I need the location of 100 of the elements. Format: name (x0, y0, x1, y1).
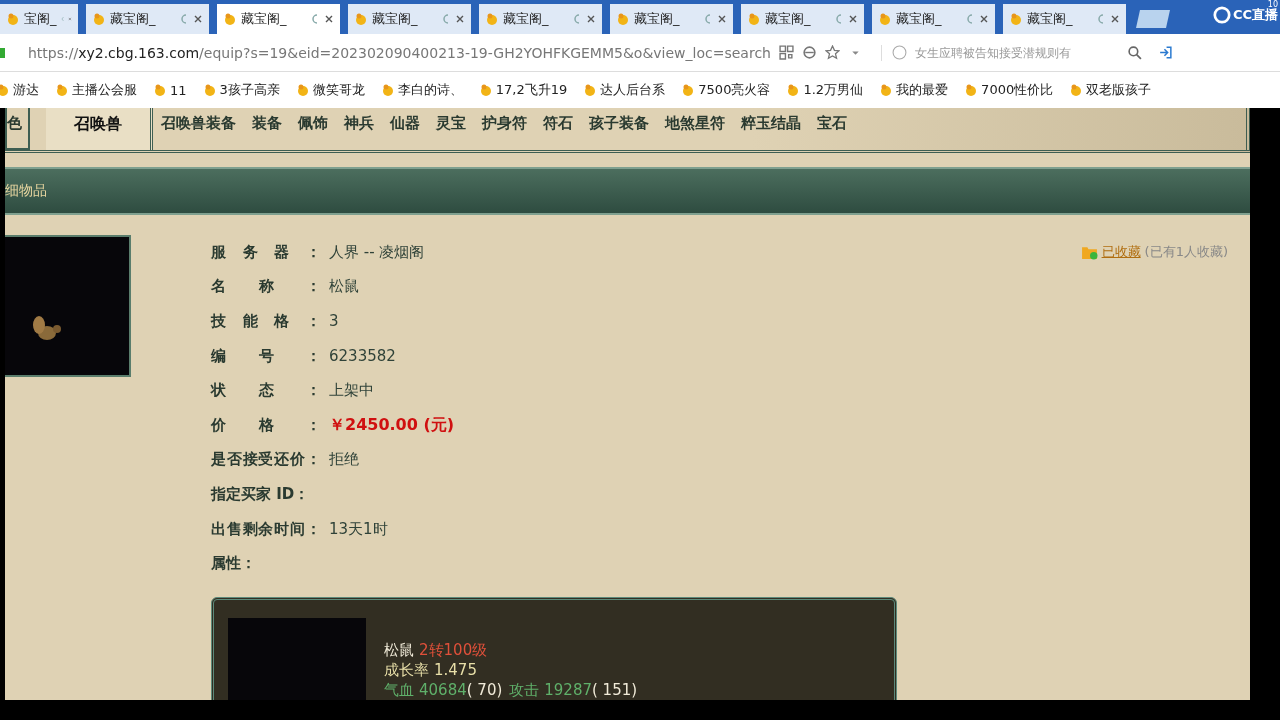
browser-tab[interactable]: 藏宝阁_ (217, 4, 340, 34)
bookmark[interactable]: 李白的诗、 (380, 81, 463, 99)
bookmark[interactable]: 3孩子高亲 (202, 81, 280, 99)
loading-icon (1096, 14, 1106, 24)
field-value: 上架中 (329, 381, 374, 401)
field-label: 是否接受还价： (211, 450, 321, 470)
loading-icon (965, 14, 975, 24)
close-icon[interactable] (979, 14, 989, 24)
bookmark[interactable]: 游达 (0, 81, 39, 99)
chick-icon (55, 83, 69, 97)
pet-level: 2转100级 (419, 639, 488, 660)
field-label: 属性： (211, 554, 256, 574)
field-label: 服务器： (211, 242, 321, 262)
brand-watermark: CC直播 (1232, 7, 1278, 24)
chick-icon (153, 83, 167, 97)
chick-icon (478, 83, 493, 97)
browser-tab[interactable]: 藏宝阁_ (741, 4, 864, 34)
chick-icon (202, 83, 217, 97)
star-icon[interactable] (824, 45, 840, 60)
bookmark[interactable]: 7000性价比 (964, 81, 1054, 99)
bookmark[interactable]: 微笑哥龙 (295, 81, 365, 99)
field-value: 6233582 (329, 347, 396, 366)
category-tab[interactable]: 宝石 (809, 108, 855, 150)
loading-icon (572, 14, 582, 24)
close-icon[interactable] (848, 14, 858, 24)
qr-code-icon[interactable] (778, 45, 794, 60)
stat-extra: ( 70) (466, 679, 503, 700)
viewer-count: 10 (1267, 1, 1278, 9)
category-tab[interactable]: 符石 (535, 108, 581, 150)
field-label: 出售剩余时间： (211, 519, 321, 539)
close-icon[interactable] (324, 14, 334, 24)
loading-icon (60, 14, 65, 24)
category-tab[interactable]: 色 (5, 108, 30, 150)
browser-tab[interactable]: 藏宝阁_ (479, 4, 602, 34)
close-icon[interactable] (455, 14, 465, 24)
loading-icon (310, 14, 320, 24)
chick-icon (786, 83, 801, 97)
field-value: 人界 -- 凌烟阁 (329, 242, 425, 262)
bookmark[interactable]: 11 (153, 82, 187, 98)
field-label: 指定买家 ID： (211, 484, 310, 504)
stat-value: 19287 (544, 679, 592, 700)
search-icon[interactable] (1126, 45, 1142, 60)
chick-icon (92, 12, 106, 26)
close-icon[interactable] (586, 14, 596, 24)
logo-icon (1212, 6, 1231, 24)
browser-tab[interactable]: 藏宝阁_ (610, 4, 733, 34)
browser-tab[interactable]: 藏宝阁_ (1003, 4, 1126, 34)
bookmark[interactable]: 双老版孩子 (1069, 81, 1152, 99)
field-label: 价格： (211, 415, 321, 435)
category-tab[interactable]: 神兵 (336, 108, 382, 150)
category-tab[interactable]: 粹玉结晶 (733, 108, 809, 150)
pet-name: 松鼠 (384, 639, 414, 660)
field-value: 13天1时 (329, 519, 388, 539)
stat-value: 40684 (419, 679, 467, 700)
category-tab[interactable]: 护身符 (474, 108, 535, 150)
category-tab[interactable]: 灵宝 (428, 108, 474, 150)
bookmark[interactable]: 17,2飞升19 (478, 81, 568, 99)
loading-icon (703, 14, 713, 24)
close-icon[interactable] (193, 14, 203, 24)
price-value: ￥2450.00 (元) (329, 414, 455, 436)
field-label: 技能格： (211, 312, 321, 331)
loading-icon (179, 14, 189, 24)
chick-icon (0, 83, 10, 97)
browser-tab[interactable]: 藏宝阁_ (86, 4, 209, 34)
login-icon[interactable] (1157, 45, 1173, 60)
chick-icon (616, 12, 630, 26)
address-field[interactable]: https://xy2.cbg.163.com/equip?s=19&eid=202302090400213-19-GH2YOHFKGEMM5&o&view_loc=search (14, 44, 771, 61)
category-tab[interactable]: 召唤兽 (46, 108, 153, 150)
category-tab[interactable]: 召唤兽装备 (153, 108, 244, 150)
stat-label: 攻击 (509, 679, 540, 700)
close-icon[interactable] (1110, 14, 1120, 24)
browser-tab[interactable]: 藏宝阁_ (872, 4, 995, 34)
category-tab[interactable]: 孩子装备 (581, 108, 657, 150)
chick-icon (380, 83, 395, 97)
field-value: 拒绝 (329, 450, 359, 470)
bookmark[interactable]: 我的最爱 (879, 81, 949, 99)
field-label: 状态： (211, 381, 321, 401)
chick-icon (878, 12, 892, 26)
browser-tab[interactable]: 藏宝阁_ (348, 4, 471, 34)
close-icon[interactable] (717, 14, 727, 24)
bookmark[interactable]: 7500亮火容 (681, 81, 771, 99)
chick-icon (879, 83, 894, 97)
browser-tab[interactable]: 宝阁_ (0, 4, 78, 34)
bookmark[interactable]: 1.2万男仙 (786, 81, 864, 99)
loading-icon (441, 14, 451, 24)
category-tab[interactable]: 佩饰 (290, 108, 336, 150)
chick-icon (964, 83, 979, 97)
stat-value: 1.475 (434, 659, 477, 680)
chick-icon (1009, 12, 1023, 26)
bookmark[interactable]: 主播公会服 (55, 81, 137, 99)
chick-icon (681, 83, 696, 97)
favorite-count: (已有1人收藏) (1144, 243, 1228, 261)
bookmark[interactable]: 达人后台系 (583, 81, 666, 99)
field-value: 松鼠 (329, 277, 359, 297)
chick-icon (1069, 83, 1084, 97)
field-value: 3 (329, 312, 339, 331)
stat-extra: ( 151) (592, 679, 638, 700)
category-tab[interactable]: 装备 (244, 108, 290, 150)
category-tab[interactable]: 仙器 (382, 108, 428, 150)
category-tab[interactable]: 地煞星符 (657, 108, 733, 150)
